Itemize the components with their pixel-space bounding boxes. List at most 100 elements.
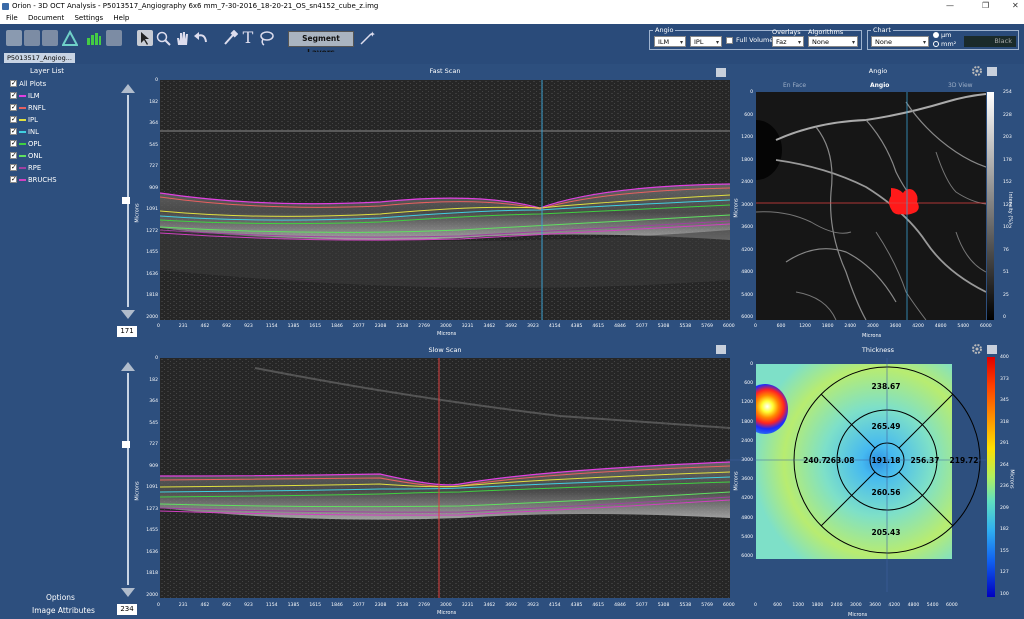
angio-image[interactable] (756, 92, 986, 320)
slow-scan-image[interactable] (160, 358, 730, 598)
lasso-icon[interactable] (258, 30, 274, 46)
thickness-settings-gear-icon[interactable] (971, 343, 983, 355)
angio-x-tick-label: 1800 (821, 324, 834, 329)
close-button[interactable]: ✕ (1012, 0, 1019, 12)
angio-x-tick-label: 4200 (912, 324, 924, 329)
document-tab[interactable]: P5013517_Angiog... (4, 53, 75, 63)
layer-item-rnfl[interactable]: RNFL (10, 102, 46, 114)
slow-scan-x-tick-label: 2769 (418, 603, 430, 608)
thickness-expand-icon[interactable] (987, 345, 997, 354)
layer-checkbox[interactable] (10, 114, 17, 125)
pointer-icon[interactable] (137, 30, 153, 46)
menu-document[interactable]: Document (28, 14, 64, 22)
slow-scan-y-tick-label: 1818 (146, 571, 158, 577)
layer-checkbox[interactable] (10, 126, 17, 137)
fast-scan-slider-down[interactable] (121, 310, 135, 319)
layer-label: ILM (28, 92, 40, 100)
layer-item-inl[interactable]: INL (10, 126, 39, 138)
slow-scan-slider-down[interactable] (121, 588, 135, 597)
unit-um-radio[interactable] (933, 32, 939, 38)
restore-button[interactable]: ❐ (982, 0, 989, 12)
chart-select[interactable]: None (871, 36, 929, 48)
menu-file[interactable]: File (6, 14, 18, 22)
angio-layer2-select[interactable]: IPL (690, 36, 722, 48)
fast-scan-slider-thumb[interactable] (122, 197, 130, 204)
slow-scan-y-tick-label: 1091 (146, 485, 158, 491)
segment-layers-button[interactable]: Segment Layers (288, 31, 354, 57)
save-icon[interactable] (24, 30, 40, 46)
layer-checkbox[interactable] (10, 138, 17, 149)
all-plots-checkbox[interactable] (10, 78, 17, 89)
hammer-icon[interactable] (222, 29, 239, 46)
svg-text:✦: ✦ (369, 30, 375, 39)
triangle-icon[interactable] (61, 29, 79, 46)
tab-3d-view[interactable]: 3D View (948, 82, 973, 89)
layer-checkbox[interactable] (10, 90, 17, 101)
color-select[interactable]: Black (964, 36, 1016, 47)
slow-scan-slider-thumb[interactable] (122, 441, 130, 448)
thickness-x-tick-label: 600 (773, 603, 782, 608)
minimize-button[interactable]: — (946, 0, 954, 12)
slow-scan-x-tick-label: 2077 (352, 603, 365, 608)
text-icon[interactable]: T (240, 30, 256, 46)
algorithms-select[interactable]: None (808, 36, 858, 48)
layer-color-swatch (19, 179, 26, 181)
layers-chart-icon[interactable] (86, 30, 102, 46)
options-link[interactable]: Options (46, 593, 75, 602)
overlays-select[interactable]: Faz (772, 36, 804, 48)
layer-all-plots[interactable]: All Plots (10, 78, 46, 90)
layer-label: OPL (28, 140, 42, 148)
fast-scan-slider-up[interactable] (121, 84, 135, 93)
menu-help[interactable]: Help (113, 14, 129, 22)
fast-scan-x-tick-label: 1846 (331, 324, 343, 329)
angio-settings-gear-icon[interactable] (971, 65, 983, 77)
layer-item-ilm[interactable]: ILM (10, 90, 40, 102)
thickness-x-tick-label: 4200 (888, 603, 901, 608)
unit-mm2-radio[interactable] (933, 41, 939, 47)
pan-hand-icon[interactable] (174, 30, 190, 46)
layer-checkbox[interactable] (10, 174, 17, 185)
slow-scan-slider-up[interactable] (121, 362, 135, 371)
slow-scan-y-tick-label: 545 (149, 420, 158, 426)
slow-scan-x-tick-label: 4846 (614, 603, 626, 608)
thickness-cbar-tick-label: 373 (1000, 376, 1009, 382)
slow-scan-x-tick-label: 4615 (592, 603, 605, 608)
layer-checkbox[interactable] (10, 150, 17, 161)
image-attributes-link[interactable]: Image Attributes (32, 606, 95, 615)
open-folder-icon[interactable] (6, 30, 22, 46)
layer-item-onl[interactable]: ONL (10, 150, 42, 162)
tab-angio[interactable]: Angio (870, 82, 889, 89)
angio-layer1-select[interactable]: ILM (654, 36, 686, 48)
fast-scan-expand-icon[interactable] (716, 68, 726, 77)
slow-scan-y-tick-label: 1455 (146, 528, 158, 534)
menu-settings[interactable]: Settings (74, 14, 103, 22)
layer-item-bruchs[interactable]: BRUCHS (10, 174, 57, 186)
fast-scan-slice-value[interactable]: 171 (117, 326, 137, 337)
layer-checkbox[interactable] (10, 102, 17, 113)
layer-item-opl[interactable]: OPL (10, 138, 42, 150)
full-volume-checkbox[interactable] (726, 37, 733, 44)
image-export-icon[interactable] (106, 30, 122, 46)
zoom-icon[interactable] (155, 30, 171, 46)
slow-scan-x-tick-label: 3000 (440, 603, 452, 608)
slow-scan-slider-track[interactable] (127, 373, 129, 585)
fast-scan-x-tick-label: 692 (222, 324, 232, 329)
angio-cbar-tick-label: 0 (1003, 315, 1006, 320)
fast-scan-image[interactable] (160, 80, 730, 320)
tab-en-face[interactable]: En Face (783, 82, 806, 89)
angio-expand-icon[interactable] (987, 67, 997, 76)
fast-scan-x-tick-label: 2538 (396, 324, 409, 329)
undo-icon[interactable] (193, 30, 209, 46)
slow-scan-expand-icon[interactable] (716, 345, 726, 354)
angio-y-tick-label: 4800 (741, 270, 753, 275)
angio-colorbar-label: Intensity (%) (1007, 191, 1014, 225)
slow-scan-slice-value[interactable]: 234 (117, 604, 137, 615)
fast-scan-x-tick-label: 3231 (461, 324, 474, 329)
layer-list-title: Layer List (30, 67, 64, 75)
slow-scan-y-tick-label: 364 (149, 399, 158, 405)
layer-item-ipl[interactable]: IPL (10, 114, 38, 126)
layer-checkbox[interactable] (10, 162, 17, 173)
save-as-icon[interactable] (42, 30, 58, 46)
layer-item-rpe[interactable]: RPE (10, 162, 41, 174)
magic-wand-icon[interactable]: ✦ (359, 30, 376, 46)
